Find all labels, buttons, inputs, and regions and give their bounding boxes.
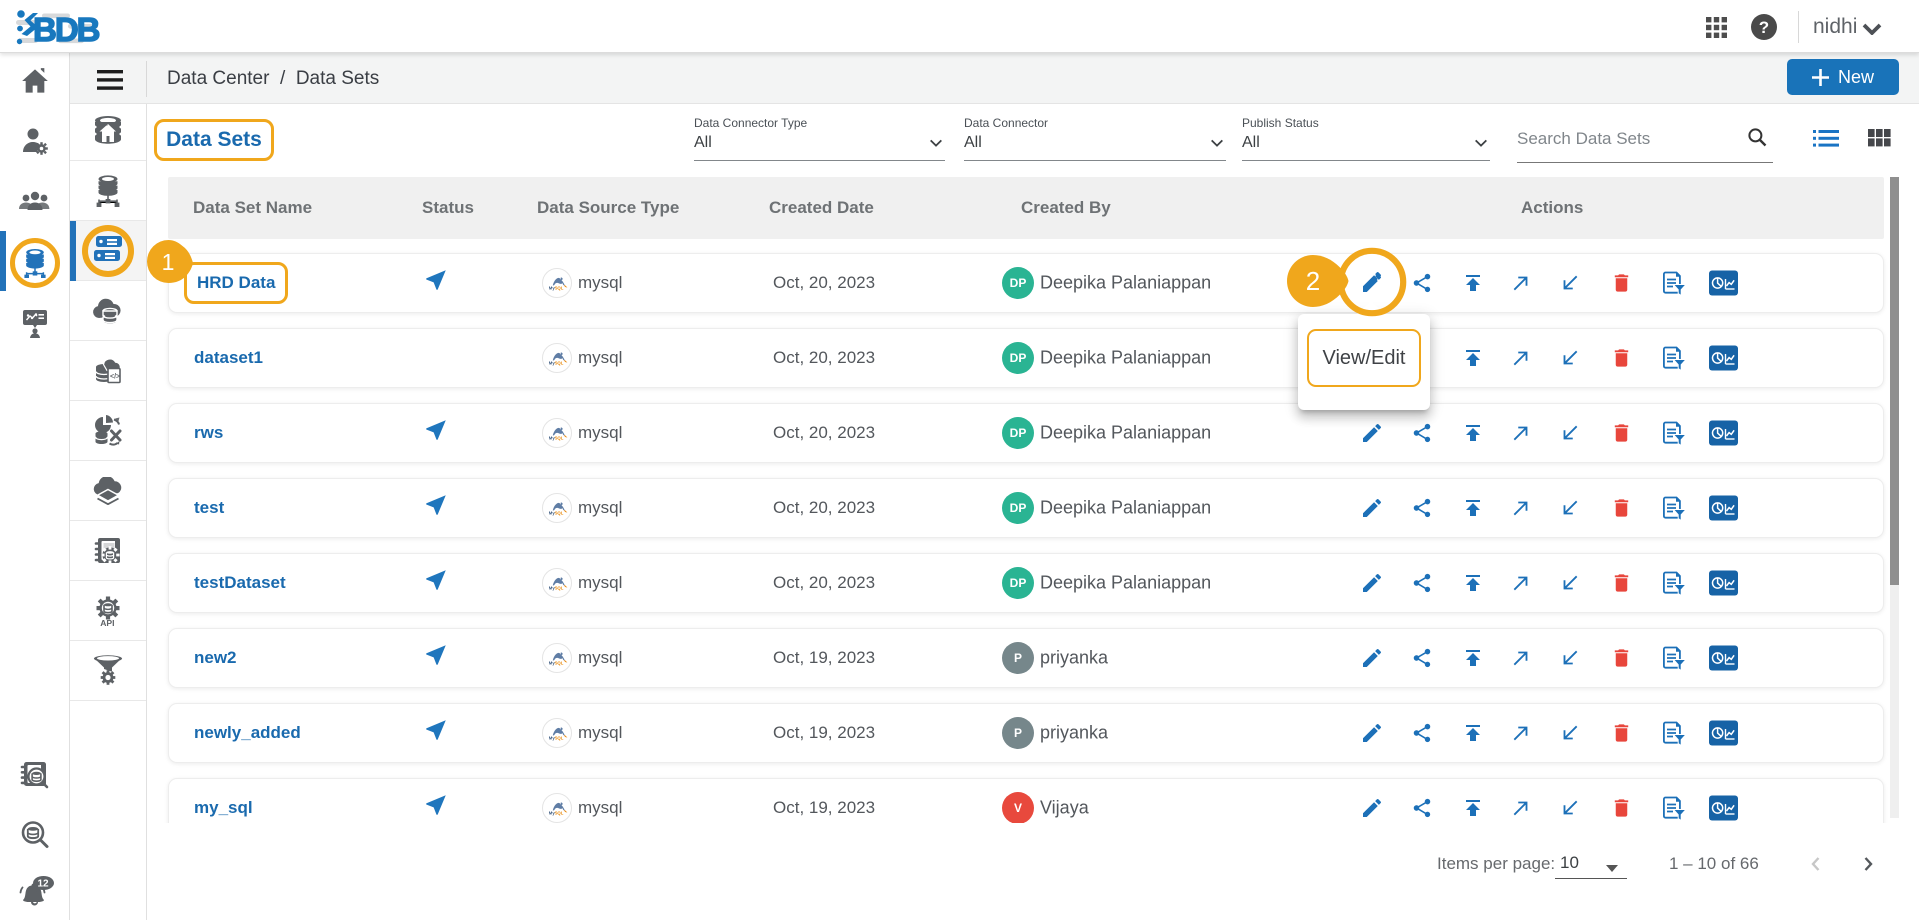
svg-text:SQL: SQL bbox=[555, 285, 564, 290]
svg-text:2: 2 bbox=[1306, 266, 1320, 296]
svg-text:?: ? bbox=[1759, 18, 1769, 37]
svg-text:SQL: SQL bbox=[555, 585, 564, 590]
svg-text:SQL: SQL bbox=[555, 735, 564, 740]
svg-text:API: API bbox=[100, 618, 114, 627]
svg-text:SQL: SQL bbox=[555, 660, 564, 665]
svg-text:1: 1 bbox=[162, 249, 175, 275]
svg-text:SQL: SQL bbox=[555, 435, 564, 440]
svg-text:SQL: SQL bbox=[555, 510, 564, 515]
svg-text:SQL: SQL bbox=[555, 360, 564, 365]
svg-text:12: 12 bbox=[38, 879, 50, 890]
svg-text:BDB: BDB bbox=[33, 11, 100, 48]
svg-text:</>: </> bbox=[110, 373, 120, 380]
svg-text:SQL: SQL bbox=[555, 810, 564, 815]
